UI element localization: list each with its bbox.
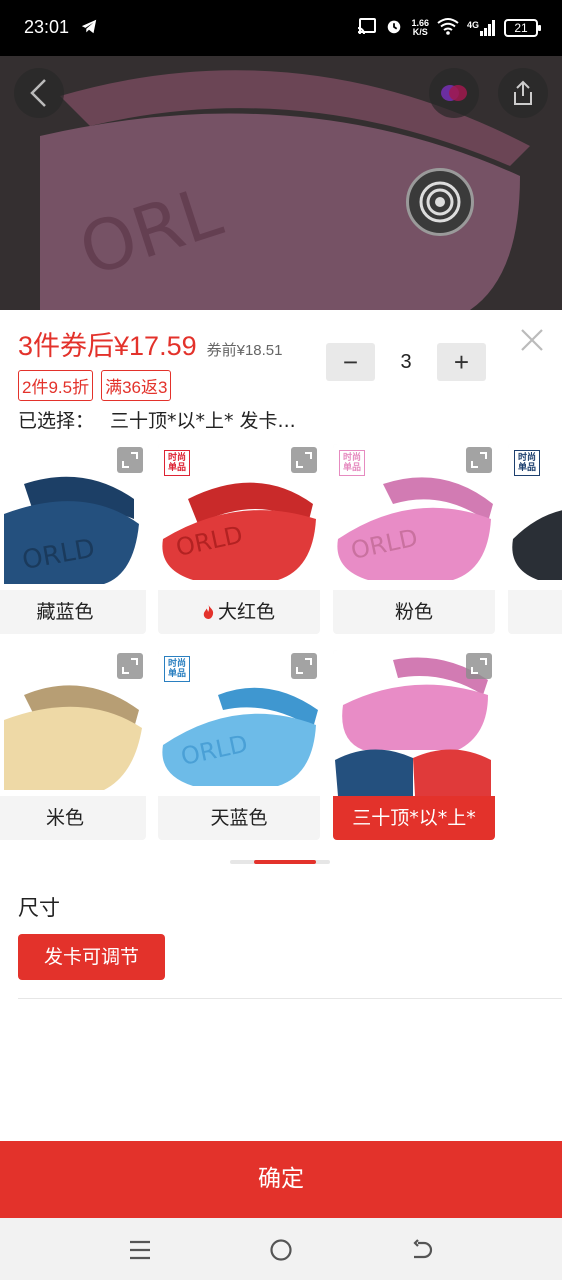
share-icon [514, 80, 532, 105]
system-nav-bar [0, 1218, 562, 1280]
confirm-button[interactable]: 确定 [0, 1141, 562, 1218]
signal-icon: 4G [467, 20, 496, 36]
sku-selector-sheet: 3件券后¥17.59 券前¥18.51 − 3 + 2件9.5折 满36返3 已… [0, 310, 562, 1141]
variant-label: 天蓝色 [210, 807, 268, 829]
expand-icon[interactable] [466, 447, 492, 473]
variant-card-pink[interactable]: ORLD 时尚 单品 粉色 [333, 444, 495, 634]
variant-label: 三十顶*以*上* [333, 796, 495, 840]
back-button[interactable] [14, 68, 64, 118]
close-icon [521, 329, 543, 351]
back-arrow-icon [30, 79, 46, 107]
divider [18, 998, 562, 999]
size-option-button[interactable]: 发卡可调节 [18, 934, 165, 980]
variant-card-navy[interactable]: ORLD 藏蓝色 [0, 444, 146, 634]
fire-icon [203, 605, 214, 619]
menu-icon [130, 1240, 150, 1260]
increase-button[interactable]: + [437, 343, 486, 381]
variant-pager [230, 860, 330, 864]
selected-label: 已选择： [18, 410, 95, 432]
variant-label: 藏蓝色 [36, 601, 94, 623]
net-speed-unit: K/S [412, 27, 428, 37]
variant-label: 粉色 [394, 601, 433, 623]
decrease-button[interactable]: − [326, 343, 375, 381]
brand-badge: 时尚 单品 [514, 450, 540, 476]
back-nav-button[interactable] [404, 1232, 440, 1268]
telegram-icon [80, 18, 98, 40]
price-after-coupon: 3件券后¥17.59 [18, 331, 197, 361]
expand-icon[interactable] [117, 447, 143, 473]
status-time: 23:01 [24, 17, 70, 37]
status-bar: 23:01 1.66 K/S 4G 21 [0, 0, 562, 56]
back-icon [413, 1239, 433, 1259]
variant-card-red[interactable]: ORLD 时尚 单品 大红色 [158, 444, 320, 634]
variant-card-partial[interactable]: 时尚 单品 [508, 444, 562, 634]
variant-card-bulk-selected[interactable]: 三十顶*以*上* [333, 650, 495, 840]
alarm-icon [385, 17, 403, 39]
variant-label-wrap: 大红色 [158, 590, 320, 634]
brand-badge: 时尚 单品 [164, 450, 190, 476]
battery-icon: 21 [504, 19, 541, 37]
expand-icon[interactable] [291, 653, 317, 679]
expand-icon[interactable] [291, 447, 317, 473]
variant-card-beige[interactable]: 米色 [0, 650, 146, 840]
home-nav-button[interactable] [263, 1232, 299, 1268]
selected-value: 三十顶*以*上* 发卡... [110, 410, 296, 432]
network-type: 4G [466, 20, 479, 30]
price-line: 3件券后¥17.59 券前¥18.51 [18, 324, 283, 363]
quantity-value[interactable]: 3 [375, 351, 437, 374]
price-before-coupon: 券前¥18.51 [206, 342, 283, 359]
product-image[interactable]: ORL [0, 56, 562, 310]
status-icons: 1.66 K/S 4G 21 [357, 16, 541, 40]
variant-grid: ORLD 藏蓝色 ORLD 时尚 单品 大红色 ORLD 时尚 单品 粉色 时尚… [0, 444, 562, 844]
wifi-icon [437, 17, 459, 39]
scan-target-button[interactable] [406, 168, 474, 236]
target-icon [419, 181, 461, 223]
brand-badge: 时尚 单品 [339, 450, 365, 476]
variant-label: 大红色 [217, 601, 275, 623]
pager-indicator [254, 860, 316, 864]
variant-card-skyblue[interactable]: ORLD 时尚 单品 天蓝色 [158, 650, 320, 840]
quantity-stepper: − 3 + [326, 343, 486, 381]
promo-tag: 2件9.5折 [18, 370, 94, 401]
variant-label: 米色 [45, 807, 84, 829]
cast-icon [357, 17, 377, 39]
expand-icon[interactable] [466, 653, 492, 679]
expand-icon[interactable] [117, 653, 143, 679]
brand-badge: 时尚 单品 [164, 656, 190, 682]
size-title: 尺寸 [18, 896, 60, 920]
logo-icon [441, 85, 467, 101]
home-icon [270, 1239, 292, 1261]
promo-tags: 2件9.5折 满36返3 [18, 370, 172, 401]
net-speed: 1.66 K/S [411, 19, 429, 37]
menu-nav-button[interactable] [122, 1232, 158, 1268]
selected-summary: 已选择： 三十顶*以*上* 发卡... [18, 406, 296, 433]
shop-logo-button[interactable] [429, 68, 479, 118]
close-button[interactable] [518, 326, 546, 354]
promo-tag: 满36返3 [101, 370, 172, 401]
share-button[interactable] [498, 68, 548, 118]
